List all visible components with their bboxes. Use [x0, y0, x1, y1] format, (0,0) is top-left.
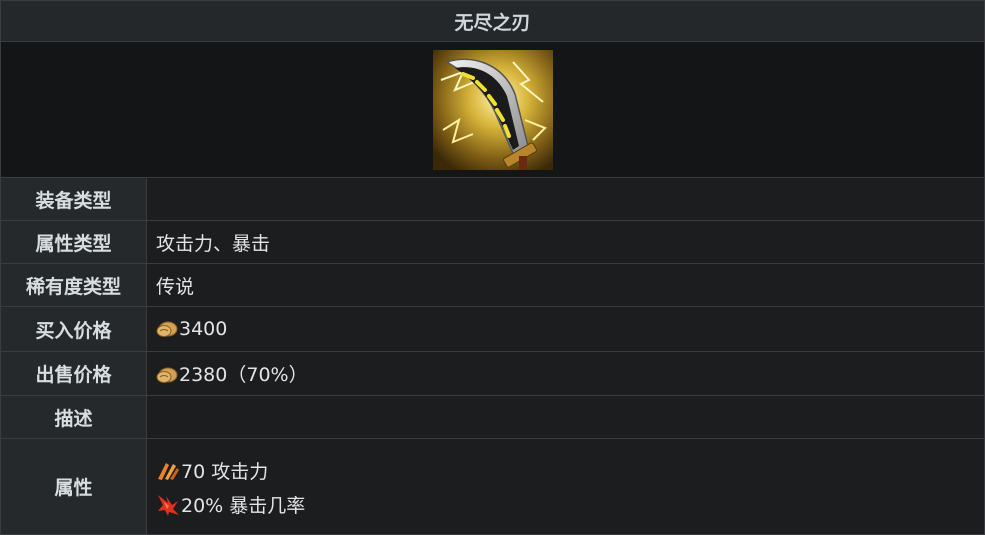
- sell-price-cell: 2380（70%）: [146, 351, 985, 396]
- attribute-type-value: 攻击力、暴击: [146, 220, 985, 264]
- equipment-type-value: [146, 177, 985, 221]
- row-properties: 属性 70 攻击力 20% 暴击几率: [0, 438, 985, 535]
- description-label: 描述: [0, 395, 147, 439]
- attribute-type-label: 属性类型: [0, 220, 147, 264]
- equipment-type-label: 装备类型: [0, 177, 147, 221]
- item-title: 无尽之刃: [0, 0, 985, 42]
- image-row: [0, 41, 985, 178]
- row-sell-price: 出售价格 2380（70%）: [0, 351, 985, 396]
- buy-price-cell: 3400: [146, 306, 985, 352]
- infinity-edge-sword-icon[interactable]: [432, 49, 553, 170]
- row-buy-price: 买入价格 3400: [0, 306, 985, 352]
- row-equipment-type: 装备类型: [0, 177, 985, 221]
- title-row: 无尽之刃: [0, 0, 985, 42]
- properties-cell: 70 攻击力 20% 暴击几率: [146, 438, 985, 535]
- sell-price-value: 2380（70%）: [179, 364, 308, 386]
- attack-damage-icon: [156, 459, 180, 483]
- sell-price-label: 出售价格: [0, 351, 147, 396]
- item-infobox: 无尽之刃 装备类型 属性类型 攻击力、暴击 稀有度类型 传说 买入价格 3400…: [0, 0, 985, 535]
- stat-line-attack: 70 攻击力: [156, 454, 984, 488]
- stat-line-crit: 20% 暴击几率: [156, 488, 984, 522]
- stat-crit-text: 20% 暴击几率: [181, 495, 306, 517]
- gold-coin-icon: [156, 366, 178, 384]
- item-image-cell: [0, 41, 985, 178]
- row-rarity-type: 稀有度类型 传说: [0, 263, 985, 307]
- rarity-type-value: 传说: [146, 263, 985, 307]
- rarity-type-label: 稀有度类型: [0, 263, 147, 307]
- description-value: [146, 395, 985, 439]
- properties-label: 属性: [0, 438, 147, 535]
- critical-strike-icon: [156, 493, 180, 517]
- stat-attack-text: 70 攻击力: [181, 461, 269, 483]
- row-attribute-type: 属性类型 攻击力、暴击: [0, 220, 985, 264]
- buy-price-label: 买入价格: [0, 306, 147, 352]
- gold-coin-icon: [156, 320, 178, 338]
- buy-price-value: 3400: [179, 318, 228, 340]
- row-description: 描述: [0, 395, 985, 439]
